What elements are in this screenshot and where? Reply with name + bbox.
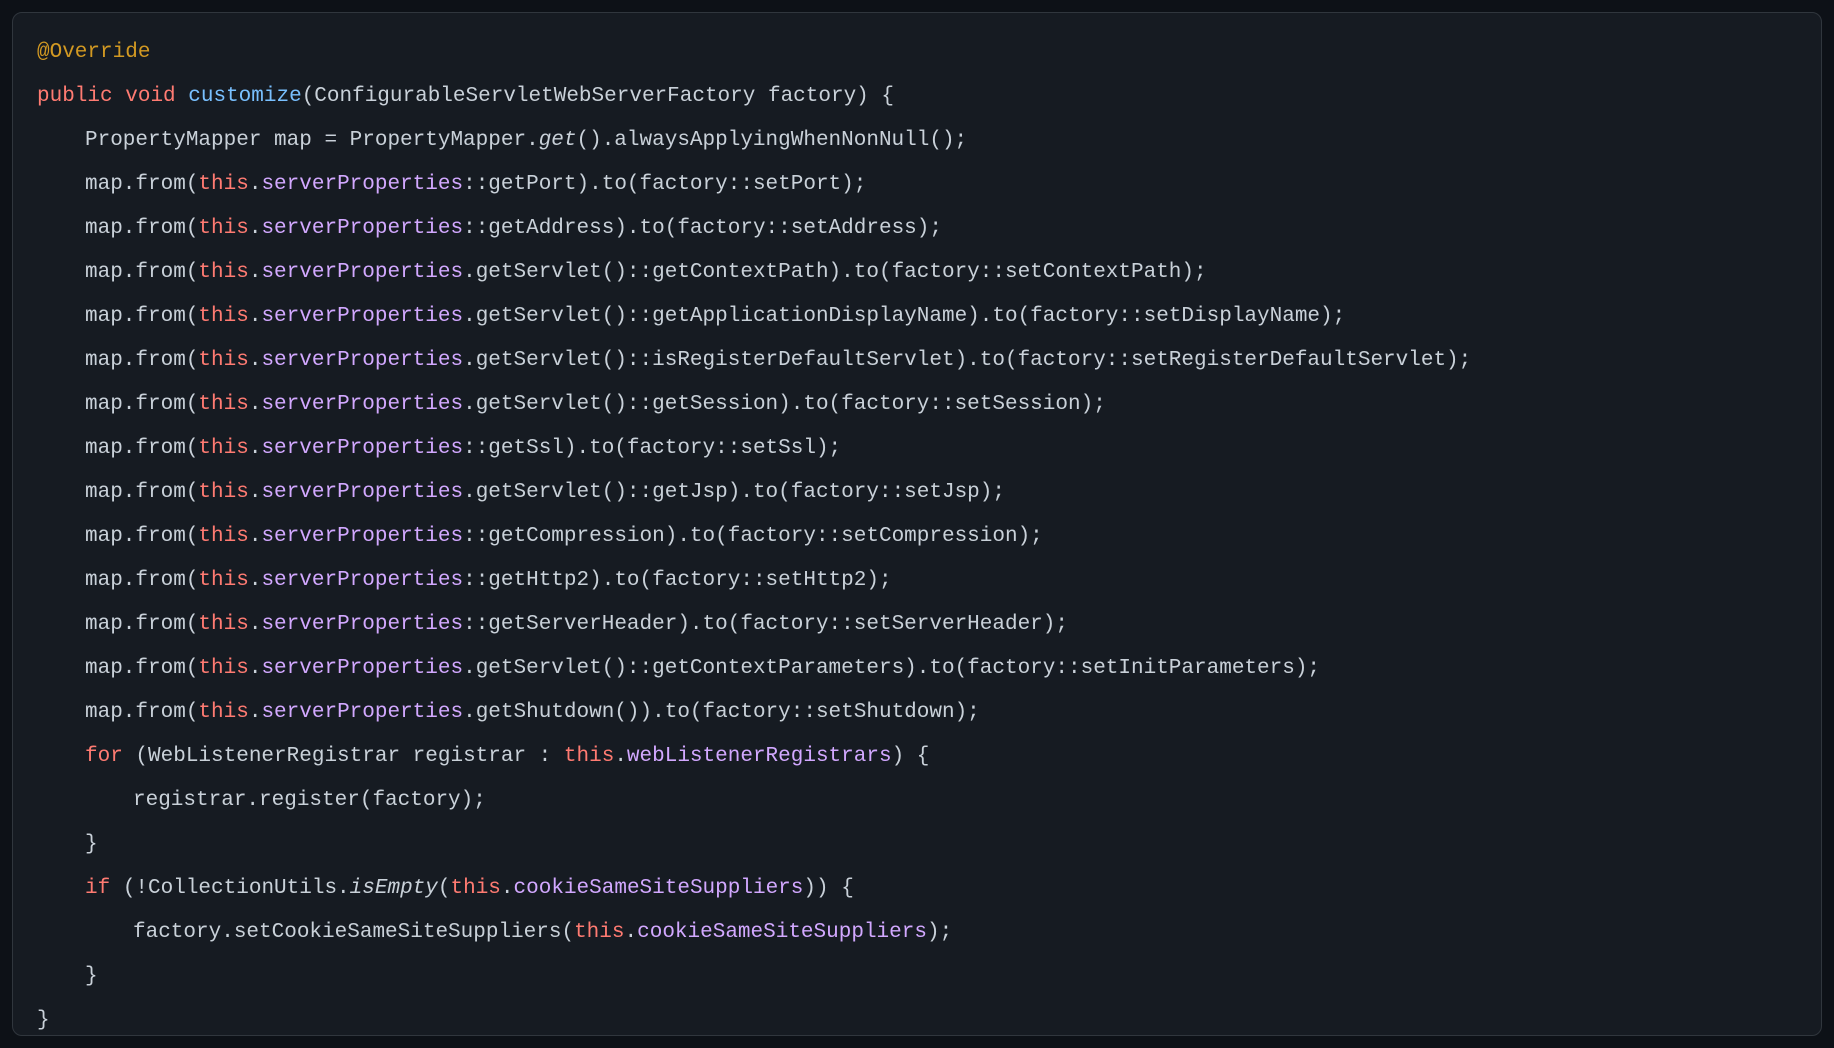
keyword-this: this [574,921,624,944]
code-line: map.from(this.serverProperties::getHttp2… [37,559,1797,603]
field-ref: serverProperties [261,217,463,240]
field-ref: webListenerRegistrars [627,745,892,768]
code-line: PropertyMapper map = PropertyMapper.get(… [37,119,1797,163]
field-ref: serverProperties [261,437,463,460]
field-ref: serverProperties [261,569,463,592]
keyword-this: this [198,613,248,636]
field-ref: serverProperties [261,701,463,724]
params: (ConfigurableServletWebServerFactory fac… [302,85,894,108]
field-ref: cookieSameSiteSuppliers [514,877,804,900]
code-line: } [37,823,1797,867]
code-line: map.from(this.serverProperties.getServle… [37,647,1797,691]
code-line: registrar.register(factory); [37,779,1797,823]
code-line: } [37,999,1797,1036]
field-ref: serverProperties [261,613,463,636]
keyword-this: this [198,701,248,724]
keyword-this: this [198,569,248,592]
field-ref: serverProperties [261,305,463,328]
keyword-this: this [198,481,248,504]
keyword-this: this [198,173,248,196]
keyword-public: public [37,85,113,108]
keyword-this: this [198,305,248,328]
field-ref: serverProperties [261,525,463,548]
keyword-this: this [198,525,248,548]
keyword-void: void [125,85,175,108]
field-ref: serverProperties [261,481,463,504]
keyword-this: this [198,657,248,680]
static-call: get [539,129,577,152]
code-line: map.from(this.serverProperties::getAddre… [37,207,1797,251]
code-line: map.from(this.serverProperties::getPort)… [37,163,1797,207]
keyword-this: this [564,745,614,768]
code-line: map.from(this.serverProperties.getShutdo… [37,691,1797,735]
keyword-this: this [198,217,248,240]
code-line: map.from(this.serverProperties.getServle… [37,251,1797,295]
keyword-if: if [85,877,110,900]
static-call: isEmpty [350,877,438,900]
code-line: public void customize(ConfigurableServle… [37,75,1797,119]
annotation: @Override [37,41,150,64]
keyword-for: for [85,745,123,768]
code-line: map.from(this.serverProperties.getServle… [37,383,1797,427]
code-line: } [37,955,1797,999]
field-ref: serverProperties [261,173,463,196]
code-line: map.from(this.serverProperties.getServle… [37,295,1797,339]
field-ref: cookieSameSiteSuppliers [637,921,927,944]
code-line: map.from(this.serverProperties::getSsl).… [37,427,1797,471]
field-ref: serverProperties [261,261,463,284]
keyword-this: this [198,393,248,416]
field-ref: serverProperties [261,393,463,416]
field-ref: serverProperties [261,349,463,372]
keyword-this: this [198,437,248,460]
code-block[interactable]: @Override public void customize(Configura… [12,12,1822,1036]
code-line: if (!CollectionUtils.isEmpty(this.cookie… [37,867,1797,911]
keyword-this: this [198,261,248,284]
keyword-this: this [198,349,248,372]
keyword-this: this [451,877,501,900]
code-line: map.from(this.serverProperties.getServle… [37,339,1797,383]
code-line: map.from(this.serverProperties.getServle… [37,471,1797,515]
code-line: map.from(this.serverProperties::getServe… [37,603,1797,647]
code-line: for (WebListenerRegistrar registrar : th… [37,735,1797,779]
field-ref: serverProperties [261,657,463,680]
code-line: factory.setCookieSameSiteSuppliers(this.… [37,911,1797,955]
code-line: map.from(this.serverProperties::getCompr… [37,515,1797,559]
code-line: @Override [37,31,1797,75]
method-name: customize [188,85,301,108]
